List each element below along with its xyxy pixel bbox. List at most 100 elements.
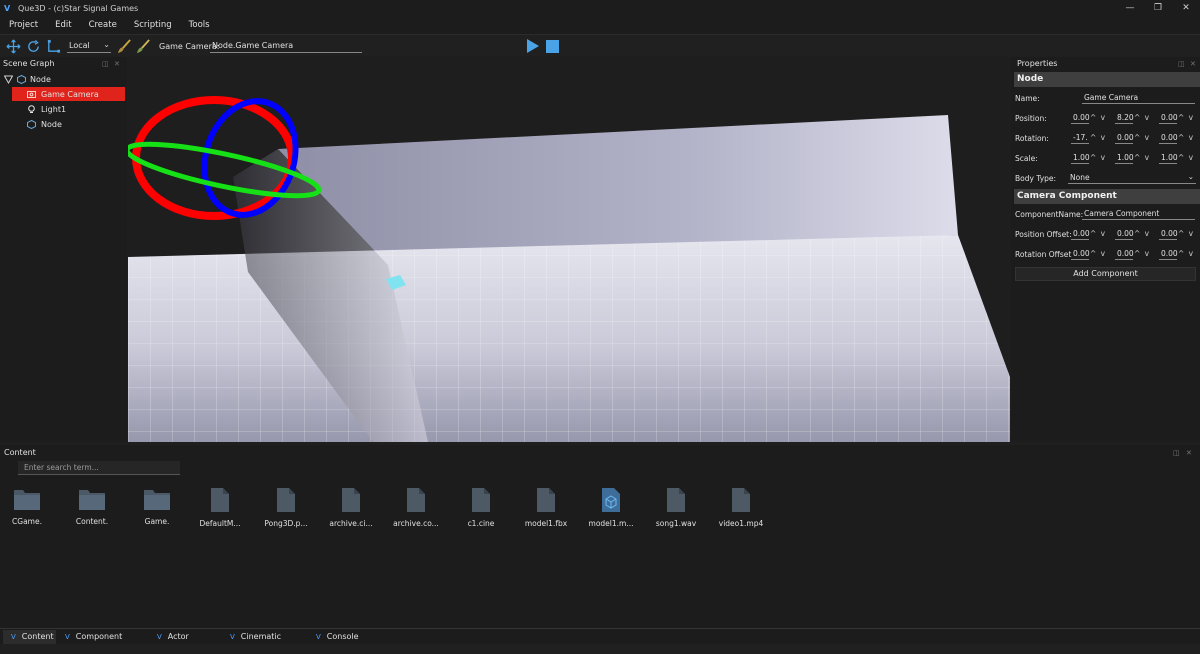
tab-label: Content <box>21 632 54 641</box>
asset-file[interactable]: DefaultM... <box>190 487 250 528</box>
rotation-y-spinner[interactable]: ^ v <box>1134 133 1150 142</box>
position-x-spinner[interactable]: ^ v <box>1090 113 1106 122</box>
asset-file[interactable]: song1.wav <box>646 487 706 528</box>
play-icon[interactable] <box>526 39 540 53</box>
content-search-input[interactable]: Enter search term... <box>18 461 180 475</box>
asset-file[interactable]: archive.co... <box>386 487 446 528</box>
rotation-x-field[interactable]: -17. <box>1071 132 1089 144</box>
position-offset-y-spinner[interactable]: ^ v <box>1134 229 1150 238</box>
tab-console[interactable]: V Console <box>308 630 362 644</box>
asset-file[interactable]: video1.mp4 <box>711 487 771 528</box>
close-panel-icon[interactable]: ✕ <box>1190 58 1196 70</box>
3d-viewport[interactable] <box>128 57 1010 442</box>
scale-icon[interactable] <box>46 39 61 54</box>
camera-component-section-header[interactable]: Camera Component <box>1014 189 1200 204</box>
position-offset-x-spinner[interactable]: ^ v <box>1090 229 1106 238</box>
component-name-field[interactable]: Camera Component <box>1082 208 1195 220</box>
paint-brush-alt-icon[interactable] <box>136 39 151 54</box>
scale-z-spinner[interactable]: ^ v <box>1178 153 1194 162</box>
tab-content[interactable]: V Content <box>3 630 56 644</box>
body-type-select[interactable]: None ⌄ <box>1068 172 1196 184</box>
rotation-offset-y-spinner[interactable]: ^ v <box>1134 249 1150 258</box>
menu-tools[interactable]: Tools <box>189 20 210 30</box>
position-z-spinner[interactable]: ^ v <box>1178 113 1194 122</box>
tab-component-content[interactable]: VComponent Content <box>57 630 148 654</box>
tree-item-root[interactable]: Node <box>0 72 127 86</box>
rotation-offset-y-field[interactable]: 0.00 <box>1115 248 1134 260</box>
asset-file[interactable]: Pong3D.p... <box>256 487 316 528</box>
rotation-y-field[interactable]: 0.00 <box>1115 132 1134 144</box>
content-title: Content <box>4 448 36 457</box>
asset-label: model1.fbx <box>524 519 568 528</box>
tree-item-node[interactable]: Node <box>12 117 125 131</box>
close-panel-icon[interactable]: ✕ <box>114 58 120 70</box>
collapse-triangle-icon[interactable] <box>4 75 13 84</box>
body-type-value: None <box>1070 173 1090 182</box>
float-panel-icon[interactable]: ◫ <box>1173 447 1180 459</box>
node-section-header[interactable]: Node <box>1014 72 1200 87</box>
position-x-field[interactable]: 0.00 <box>1071 112 1090 124</box>
scale-z-field[interactable]: 1.00 <box>1159 152 1178 164</box>
name-field[interactable]: Game Camera <box>1082 92 1195 104</box>
position-offset-z-field[interactable]: 0.00 <box>1159 228 1178 240</box>
maximize-icon[interactable]: ❐ <box>1144 0 1172 16</box>
menu-edit[interactable]: Edit <box>55 20 71 30</box>
scale-y-spinner[interactable]: ^ v <box>1134 153 1150 162</box>
menu-create[interactable]: Create <box>89 20 117 30</box>
game-camera-field[interactable]: Node.Game Camera <box>210 40 362 53</box>
rotation-offset-x-field[interactable]: 0.00 <box>1071 248 1090 260</box>
asset-folder[interactable]: Content. <box>62 487 122 526</box>
asset-folder[interactable]: Game. <box>127 487 187 526</box>
properties-header: Properties ◫ ✕ <box>1014 58 1200 70</box>
rotation-z-field[interactable]: 0.00 <box>1159 132 1178 144</box>
folder-icon <box>79 490 105 510</box>
add-component-button[interactable]: Add Component <box>1015 267 1196 281</box>
minimize-icon[interactable]: — <box>1116 0 1144 16</box>
close-icon[interactable]: ✕ <box>1172 0 1200 16</box>
position-offset-x-field[interactable]: 0.00 <box>1071 228 1090 240</box>
viewport-scene[interactable] <box>128 57 1010 442</box>
tab-actor-content[interactable]: VActor Content <box>149 630 221 654</box>
asset-file[interactable]: archive.ci... <box>321 487 381 528</box>
app-logo-icon: V <box>4 3 11 13</box>
menu-project[interactable]: Project <box>9 20 38 30</box>
move-icon[interactable] <box>6 39 21 54</box>
chevron-down-icon: ⌄ <box>103 40 110 49</box>
stop-icon[interactable] <box>546 40 559 53</box>
tab-cinematic-editor[interactable]: VCinematic Editor <box>222 630 307 654</box>
folder-icon <box>144 490 170 510</box>
position-y-spinner[interactable]: ^ v <box>1134 113 1150 122</box>
menu-scripting[interactable]: Scripting <box>134 20 172 30</box>
rotation-offset-z-spinner[interactable]: ^ v <box>1178 249 1194 258</box>
close-panel-icon[interactable]: ✕ <box>1186 447 1192 459</box>
scale-label: Scale: <box>1015 154 1038 163</box>
tree-item-light1[interactable]: Light1 <box>12 102 125 116</box>
position-offset-y-field[interactable]: 0.00 <box>1115 228 1134 240</box>
rotate-icon[interactable] <box>26 39 41 54</box>
scale-x-spinner[interactable]: ^ v <box>1090 153 1106 162</box>
rotation-offset-z-field[interactable]: 0.00 <box>1159 248 1178 260</box>
dock-icon: V <box>11 633 16 641</box>
asset-label: Game. <box>144 517 170 526</box>
tree-item-game-camera[interactable]: Game Camera <box>12 87 125 101</box>
asset-file[interactable]: c1.cine <box>451 487 511 528</box>
float-panel-icon[interactable]: ◫ <box>1178 58 1185 70</box>
rotation-z-spinner[interactable]: ^ v <box>1178 133 1194 142</box>
node-icon <box>17 74 26 84</box>
properties-title: Properties <box>1017 59 1058 68</box>
position-z-field[interactable]: 0.00 <box>1159 112 1178 124</box>
transform-space-select[interactable]: Local ⌄ <box>67 40 111 53</box>
rotation-x-spinner[interactable]: ^ v <box>1090 133 1106 142</box>
position-offset-z-spinner[interactable]: ^ v <box>1178 229 1194 238</box>
scale-y-field[interactable]: 1.00 <box>1115 152 1134 164</box>
asset-file[interactable]: model1.fbx <box>516 487 576 528</box>
asset-label: archive.co... <box>393 519 439 528</box>
rotation-offset-x-spinner[interactable]: ^ v <box>1090 249 1106 258</box>
float-panel-icon[interactable]: ◫ <box>102 58 109 70</box>
paint-brush-icon[interactable] <box>117 39 132 54</box>
scale-x-field[interactable]: 1.00 <box>1071 152 1090 164</box>
position-y-field[interactable]: 8.20 <box>1115 112 1134 124</box>
asset-folder[interactable]: CGame. <box>0 487 57 526</box>
asset-model[interactable]: model1.m... <box>581 487 641 528</box>
toolbar: Local ⌄ Game Camera: Node.Game Camera <box>0 34 1200 56</box>
